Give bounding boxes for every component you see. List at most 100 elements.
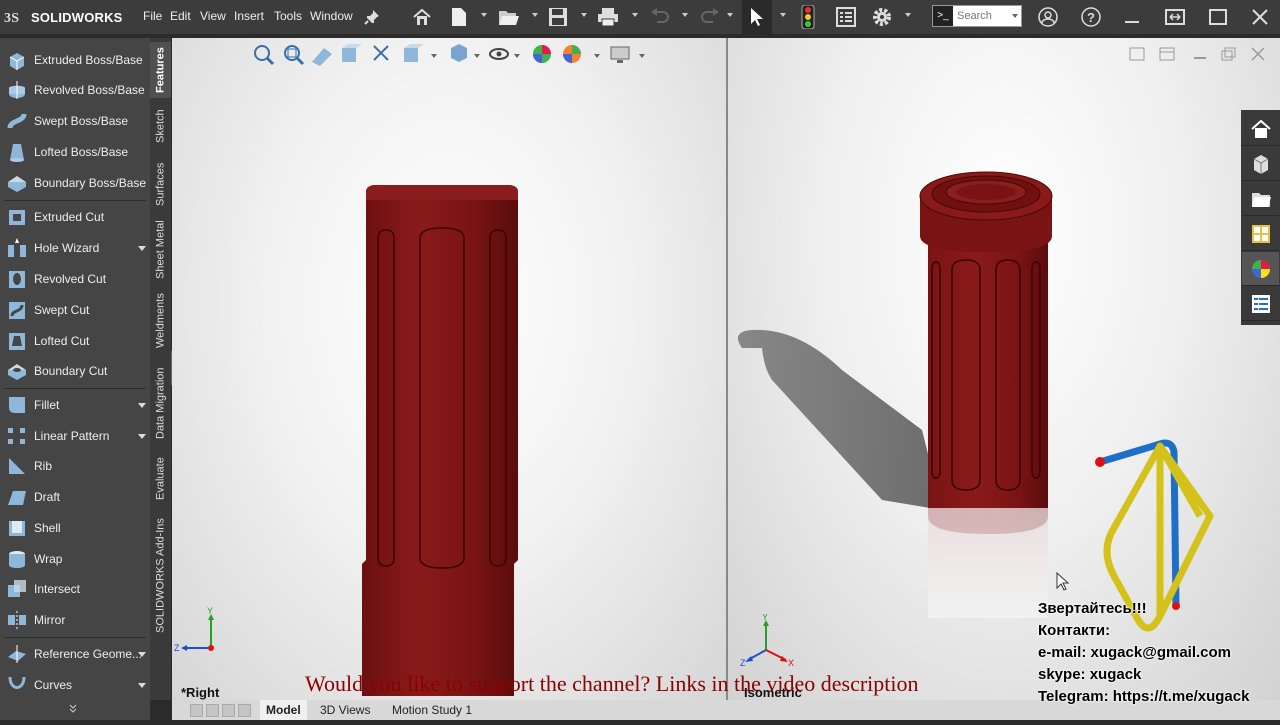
revolved-cut-icon [6, 268, 28, 290]
help-icon[interactable]: ? [1079, 5, 1103, 29]
tab-sketch[interactable]: Sketch [150, 100, 171, 152]
swept-boss-base-button[interactable]: Swept Boss/Base [0, 107, 150, 135]
panel-scroll-down[interactable] [0, 700, 150, 720]
rib-button[interactable]: Rib [0, 452, 150, 480]
save-icon[interactable] [546, 5, 570, 29]
viewport-window-controls[interactable] [1126, 44, 1276, 64]
first-tab-nav-icon[interactable] [190, 704, 203, 717]
redo-dropdown-icon[interactable] [727, 13, 733, 17]
tab-3d-views[interactable]: 3D Views [314, 700, 376, 720]
print-dropdown-icon[interactable] [632, 13, 638, 17]
swept-cut-button[interactable]: Swept Cut [0, 296, 150, 324]
curves-dropdown-icon[interactable] [138, 683, 146, 688]
linear-pattern-dropdown-icon[interactable] [138, 434, 146, 439]
options-dropdown-icon[interactable] [905, 13, 911, 17]
reference-geometry-dropdown-icon[interactable] [138, 652, 146, 657]
menu-edit[interactable]: Edit [170, 9, 191, 23]
draft-button[interactable]: Draft [0, 483, 150, 511]
app-name: SOLIDWORKS [31, 9, 123, 25]
next-tab-nav-icon[interactable] [222, 704, 235, 717]
fillet-button[interactable]: Fillet [0, 391, 150, 419]
solidworks-logo[interactable]: 3S SOLIDWORKS [4, 6, 123, 28]
lofted-boss-base-button[interactable]: Lofted Boss/Base [0, 138, 150, 166]
hole-wizard-button[interactable]: Hole Wizard [0, 234, 150, 262]
new-dropdown-icon[interactable] [481, 13, 487, 17]
fillet-dropdown-icon[interactable] [138, 403, 146, 408]
open-icon[interactable] [497, 5, 521, 29]
part-model-right-view[interactable] [352, 178, 552, 698]
mirror-button[interactable]: Mirror [0, 606, 150, 634]
redo-icon[interactable] [698, 5, 722, 29]
boundary-cut-button[interactable]: Boundary Cut [0, 357, 150, 385]
tab-solidworks-add-ins[interactable]: SOLIDWORKS Add-Ins [150, 510, 171, 642]
search-input[interactable] [957, 8, 1007, 24]
custom-properties-icon[interactable] [1242, 287, 1279, 321]
maximize-icon[interactable] [1206, 5, 1230, 29]
menu-file[interactable]: File [143, 9, 162, 23]
extruded-cut-button[interactable]: Extruded Cut [0, 203, 150, 231]
zoom-to-area-icon [284, 45, 305, 66]
tab-data-migration[interactable]: Data Migration [150, 358, 171, 448]
linear-pattern-icon [6, 425, 28, 447]
file-properties-icon[interactable] [834, 5, 858, 29]
user-account-icon[interactable] [1036, 5, 1060, 29]
menu-window[interactable]: Window [310, 9, 353, 23]
prev-tab-nav-icon[interactable] [206, 704, 219, 717]
solidworks-resources-home-icon[interactable] [1242, 112, 1279, 146]
close-icon[interactable] [1248, 5, 1272, 29]
hide-show-dropdown-icon [514, 54, 520, 58]
menu-insert[interactable]: Insert [234, 9, 264, 23]
two-view-icon [1159, 47, 1175, 61]
last-tab-nav-icon[interactable] [238, 704, 251, 717]
tab-motion-study-1[interactable]: Motion Study 1 [386, 700, 478, 720]
lofted-cut-button[interactable]: Lofted Cut [0, 327, 150, 355]
linear-pattern-button[interactable]: Linear Pattern [0, 422, 150, 450]
pin-icon[interactable] [360, 5, 384, 29]
design-library-icon[interactable] [1242, 147, 1279, 181]
search-command-icon: >_ [933, 6, 953, 26]
intersect-icon [6, 578, 28, 600]
tab-model[interactable]: Model [260, 700, 307, 720]
menu-view[interactable]: View [200, 9, 226, 23]
title-bar: 3S SOLIDWORKS File Edit View Insert Tool… [0, 0, 1280, 34]
revolved-boss-base-button[interactable]: Revolved Boss/Base [0, 76, 150, 104]
search-box[interactable]: >_ [932, 5, 1022, 27]
svg-text:X: X [788, 658, 794, 668]
file-explorer-icon[interactable] [1242, 182, 1279, 216]
tab-weldments[interactable]: Weldments [150, 286, 171, 356]
tab-sheet-metal[interactable]: Sheet Metal [150, 216, 171, 284]
save-dropdown-icon[interactable] [581, 13, 587, 17]
search-dropdown-icon[interactable] [1012, 14, 1018, 18]
viewport-right-view[interactable]: Y Z *Right [172, 38, 726, 700]
minimize-icon[interactable] [1120, 5, 1144, 29]
tab-evaluate[interactable]: Evaluate [150, 450, 171, 508]
rebuild-traffic-light-icon[interactable] [796, 5, 820, 29]
heads-up-view-toolbar[interactable] [248, 42, 648, 70]
part-model-isometric-view[interactable] [914, 166, 1054, 546]
options-gear-icon[interactable] [870, 5, 894, 29]
new-document-icon[interactable] [447, 5, 471, 29]
menu-tools[interactable]: Tools [274, 9, 302, 23]
shell-button[interactable]: Shell [0, 514, 150, 542]
view-palette-icon[interactable] [1242, 217, 1279, 251]
tab-features[interactable]: Features [150, 42, 171, 98]
open-dropdown-icon[interactable] [532, 13, 538, 17]
home-icon[interactable] [410, 5, 434, 29]
restore-icon[interactable] [1163, 5, 1187, 29]
wrap-button[interactable]: Wrap [0, 545, 150, 573]
curves-button[interactable]: Curves [0, 671, 150, 699]
tab-surfaces[interactable]: Surfaces [150, 154, 171, 214]
intersect-button[interactable]: Intersect [0, 575, 150, 603]
extruded-boss-base-button[interactable]: Extruded Boss/Base [0, 46, 150, 74]
undo-icon[interactable] [648, 5, 672, 29]
print-icon[interactable] [596, 5, 620, 29]
features-command-manager: Extruded Boss/Base Revolved Boss/Base Sw… [0, 38, 150, 720]
select-arrow-icon[interactable] [742, 0, 772, 34]
hole-wizard-dropdown-icon[interactable] [138, 246, 146, 251]
reference-geometry-button[interactable]: Reference Geome... [0, 640, 150, 668]
revolved-cut-button[interactable]: Revolved Cut [0, 265, 150, 293]
select-dropdown-icon[interactable] [780, 13, 786, 17]
undo-dropdown-icon[interactable] [682, 13, 688, 17]
appearances-scenes-icon[interactable] [1242, 252, 1279, 286]
boundary-boss-base-button[interactable]: Boundary Boss/Base [0, 169, 150, 197]
